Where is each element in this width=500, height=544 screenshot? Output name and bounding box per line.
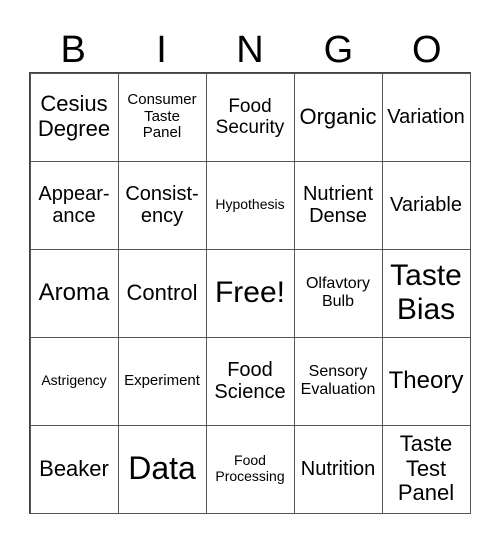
bingo-grid: Cesius Degree Consumer Taste Panel Food … [29, 72, 471, 514]
bingo-cell[interactable]: Beaker [29, 424, 119, 514]
free-space-cell[interactable]: Free! [205, 248, 295, 338]
header-letter-o: O [411, 29, 442, 71]
bingo-cell[interactable]: Food Security [205, 72, 295, 162]
bingo-cell[interactable]: Taste Test Panel [381, 424, 471, 514]
bingo-cell[interactable]: Experiment [117, 336, 207, 426]
header-letter-i: I [156, 29, 167, 71]
bingo-cell[interactable]: Appear- ance [29, 160, 119, 250]
bingo-cell[interactable]: Data [117, 424, 207, 514]
header-letter-b: B [60, 29, 86, 71]
bingo-cell[interactable]: Food Science [205, 336, 295, 426]
bingo-header: B I N G O [29, 28, 471, 72]
bingo-cell[interactable]: Variable [381, 160, 471, 250]
bingo-cell[interactable]: Control [117, 248, 207, 338]
bingo-cell[interactable]: Astrigency [29, 336, 119, 426]
bingo-cell[interactable]: Cesius Degree [29, 72, 119, 162]
header-letter-g: G [323, 29, 354, 71]
bingo-cell[interactable]: Variation [381, 72, 471, 162]
bingo-cell[interactable]: Consist- ency [117, 160, 207, 250]
bingo-cell[interactable]: Sensory Evaluation [293, 336, 383, 426]
bingo-cell[interactable]: Taste Bias [381, 248, 471, 338]
bingo-cell[interactable]: Consumer Taste Panel [117, 72, 207, 162]
bingo-cell[interactable]: Organic [293, 72, 383, 162]
bingo-cell[interactable]: Nutrient Dense [293, 160, 383, 250]
bingo-cell[interactable]: Aroma [29, 248, 119, 338]
bingo-cell[interactable]: Food Processing [205, 424, 295, 514]
bingo-cell[interactable]: Theory [381, 336, 471, 426]
header-letter-n: N [236, 29, 264, 71]
bingo-cell[interactable]: Nutrition [293, 424, 383, 514]
bingo-cell[interactable]: Olfavtory Bulb [293, 248, 383, 338]
bingo-cell[interactable]: Hypothesis [205, 160, 295, 250]
